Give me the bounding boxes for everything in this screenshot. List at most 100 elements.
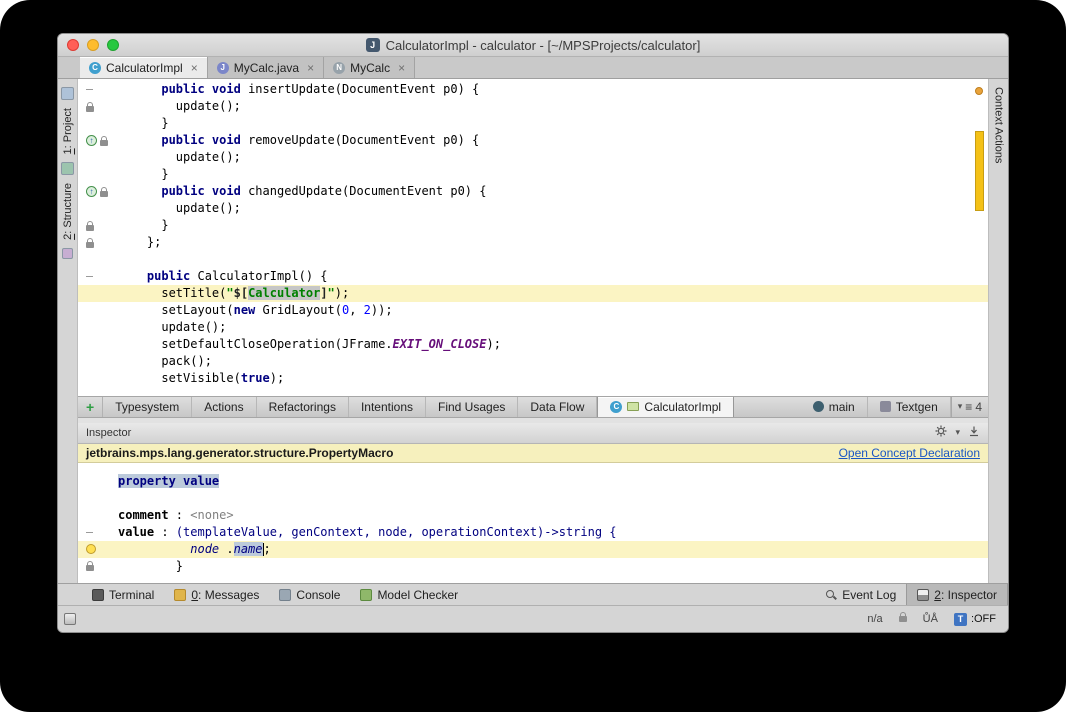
favorites-tool-icon[interactable] [62, 248, 73, 260]
editor-code-line[interactable]: public CalculatorImpl() { [78, 268, 988, 285]
java-file-icon: J [216, 61, 229, 74]
inspector-code-line[interactable] [78, 490, 988, 507]
statusbar-tab-event-log[interactable]: Event Log [815, 584, 906, 605]
editor-code-line[interactable]: } [78, 166, 988, 183]
inspector-header: Inspector ▾ [78, 422, 988, 444]
inspector-title: Inspector [86, 426, 132, 439]
caret-position[interactable]: n/a [867, 613, 882, 625]
close-tab-icon[interactable]: × [398, 62, 405, 74]
code-token: EXIT_ON_CLOSE [392, 337, 487, 351]
editor-tab-mycalc-java[interactable]: J MyCalc.java × [207, 57, 325, 78]
statusbar-tab-inspector[interactable]: 2: Inspector [906, 584, 1008, 605]
gutter [78, 285, 118, 302]
statusbar-tab-label: 2: Inspector [934, 588, 997, 602]
project-tool-icon[interactable] [61, 87, 74, 100]
console-icon [279, 588, 292, 601]
editor-code-line[interactable]: setDefaultCloseOperation(JFrame.EXIT_ON_… [78, 336, 988, 353]
tool-tab-textgen[interactable]: Textgen [868, 396, 951, 417]
statusbar-tab-messages[interactable]: 0: Messages [164, 584, 269, 605]
editor-code-line[interactable]: } [78, 115, 988, 132]
editor-code-line[interactable]: pack(); [78, 353, 988, 370]
scrollbar-error-stripe[interactable] [975, 131, 984, 211]
inspector-code-line[interactable]: property value [78, 473, 988, 490]
overflow-count: 4 [975, 399, 982, 414]
tool-tab-label: main [828, 399, 855, 414]
editor-code-line[interactable] [78, 251, 988, 268]
editor-code-line[interactable]: update(); [78, 319, 988, 336]
intention-bulb-icon[interactable] [86, 544, 96, 554]
tool-tab-refactorings[interactable]: Refactorings [257, 396, 349, 417]
editor-code-line[interactable]: ↑ public void changedUpdate(DocumentEven… [78, 183, 988, 200]
code-text: public void changedUpdate(DocumentEvent … [118, 183, 486, 200]
hide-panel-icon[interactable] [968, 425, 980, 440]
open-concept-declaration-link[interactable]: Open Concept Declaration [839, 446, 980, 460]
encoding-indicator-icon[interactable]: ŮÅ [923, 613, 938, 625]
tool-button-context-actions[interactable]: Context Actions [993, 87, 1005, 163]
code-token: " [327, 286, 335, 300]
implement-marker-icon[interactable]: ↑ [86, 135, 97, 146]
tool-tab-label: CalculatorImpl [644, 399, 722, 414]
editor-tab-calculatorimpl[interactable]: C CalculatorImpl × [80, 57, 208, 78]
inspector-code-line[interactable]: comment : <none> [78, 507, 988, 524]
title-wrap: J CalculatorImpl - calculator - [~/MPSPr… [365, 37, 701, 53]
inspector-code-line[interactable]: node .name; [78, 540, 988, 558]
gear-icon[interactable] [935, 425, 947, 440]
editor-code-line[interactable]: setTitle("$[Calculator]"); [78, 285, 988, 302]
add-tab-button[interactable]: + [78, 396, 104, 417]
chevron-down-icon[interactable]: ▾ [955, 427, 960, 438]
zoom-window-button[interactable] [107, 39, 119, 51]
gutter [78, 149, 118, 166]
close-window-button[interactable] [67, 39, 79, 51]
editor-code-line[interactable]: ↑ public void removeUpdate(DocumentEvent… [78, 132, 988, 149]
close-tab-icon[interactable]: × [307, 62, 314, 74]
code-token: insertUpdate(DocumentEvent p0) { [240, 82, 480, 96]
code-token: : [168, 507, 191, 522]
lock-icon[interactable] [898, 612, 907, 622]
tool-tab-calculatorimpl[interactable]: C CalculatorImpl [597, 396, 735, 417]
editor-code-line[interactable]: } [78, 217, 988, 234]
code-token: (templateValue, genContext, node, operat… [175, 524, 617, 539]
editor-code-line[interactable]: public void insertUpdate(DocumentEvent p… [78, 81, 988, 98]
tool-tab-main[interactable]: main [801, 396, 868, 417]
titlebar[interactable]: J CalculatorImpl - calculator - [~/MPSPr… [58, 34, 1008, 57]
editor-code-line[interactable]: update(); [78, 200, 988, 217]
code-editor[interactable]: public void insertUpdate(DocumentEvent p… [78, 79, 988, 396]
inspector-code-line[interactable]: } [78, 558, 988, 575]
editor-code-line[interactable]: }; [78, 234, 988, 251]
statusbar-tab-console[interactable]: Console [269, 584, 350, 605]
fold-marker[interactable] [86, 89, 93, 90]
minimize-window-button[interactable] [87, 39, 99, 51]
statusbar-tab-terminal[interactable]: Terminal [82, 584, 164, 605]
tool-tab-intentions[interactable]: Intentions [349, 396, 426, 417]
tabs-overflow-button[interactable]: ▾ ≡ 4 [950, 396, 988, 417]
inspector-code-line[interactable]: value : (templateValue, genContext, node… [78, 524, 988, 541]
structure-tool-icon[interactable] [61, 162, 74, 176]
editor-tab-mycalc[interactable]: N MyCalc × [324, 57, 416, 78]
statusbar-tab-model-checker[interactable]: Model Checker [350, 584, 468, 605]
editor-code-line[interactable]: setVisible(true); [78, 370, 988, 387]
editor-code-line[interactable]: setLayout(new GridLayout(0, 2)); [78, 302, 988, 319]
code-token: public [146, 269, 191, 283]
tool-tab-find-usages[interactable]: Find Usages [426, 396, 519, 417]
tool-button-project[interactable]: 1: Project [62, 108, 74, 154]
gutter [78, 473, 118, 490]
editor-code-line[interactable]: update(); [78, 149, 988, 166]
fold-marker[interactable] [86, 276, 93, 277]
tool-tab-typesystem[interactable]: Typesystem [103, 396, 193, 417]
tool-tab-actions[interactable]: Actions [192, 396, 257, 417]
node-icon: N [333, 61, 346, 74]
implement-marker-icon[interactable]: ↑ [86, 186, 97, 197]
lock-icon [100, 135, 108, 146]
typesystem-toggle[interactable]: T :OFF [953, 612, 996, 626]
fold-marker[interactable] [86, 531, 93, 533]
editor-code-line[interactable]: update(); [78, 98, 988, 115]
code-token: setLayout( [118, 303, 234, 317]
tool-tab-data-flow[interactable]: Data Flow [518, 396, 598, 417]
hide-toolwindows-button[interactable] [64, 613, 76, 625]
window-title: CalculatorImpl - calculator - [~/MPSProj… [385, 37, 701, 53]
close-tab-icon[interactable]: × [191, 62, 198, 74]
code-token: public void [161, 133, 241, 147]
tool-button-structure[interactable]: 2: Structure [62, 183, 74, 240]
inspector-editor[interactable]: property value comment : <none> value : (t… [78, 462, 988, 583]
typesystem-state: :OFF [970, 613, 996, 625]
